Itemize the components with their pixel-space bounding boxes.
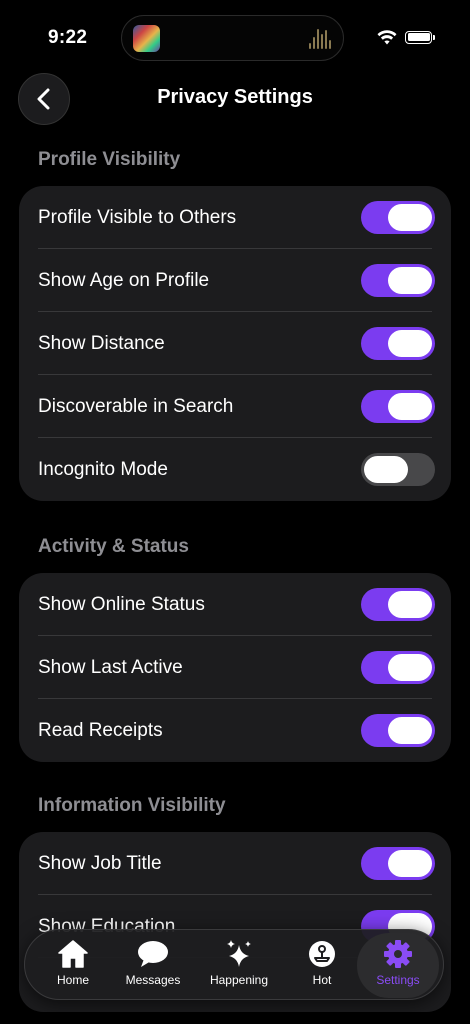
section-header-profile-visibility: Profile Visibility [38, 149, 181, 170]
tab-label: Messages [125, 973, 181, 987]
setting-row-profile-visible: Profile Visible to Others [19, 186, 451, 249]
discoverable-toggle[interactable] [361, 390, 435, 423]
audio-waveform-icon [309, 29, 331, 49]
page-title: Privacy Settings [157, 86, 313, 108]
battery-icon [405, 30, 435, 44]
last-active-toggle[interactable] [361, 651, 435, 684]
setting-row-show-distance: Show Distance [19, 312, 451, 375]
now-playing-artwork [133, 25, 160, 52]
setting-row-last-active: Show Last Active [19, 636, 451, 699]
setting-label: Discoverable in Search [38, 395, 234, 417]
status-bar: 9:22 [0, 0, 470, 78]
tab-bar: Home Messages Happening Hot Settings [24, 929, 444, 1000]
tab-home[interactable]: Home [37, 930, 109, 1001]
sparkles-icon [222, 939, 256, 969]
setting-label: Incognito Mode [38, 458, 168, 480]
job-title-toggle[interactable] [361, 847, 435, 880]
chat-bubble-icon [136, 939, 170, 969]
setting-label: Show Job Title [38, 852, 162, 874]
status-time: 9:22 [48, 27, 88, 48]
profile-visible-toggle[interactable] [361, 201, 435, 234]
setting-label: Profile Visible to Others [38, 206, 237, 228]
tab-happening[interactable]: Happening [197, 930, 281, 1001]
section-header-information-visibility: Information Visibility [38, 795, 226, 816]
tab-label: Settings [376, 973, 420, 987]
joystick-icon [305, 939, 339, 969]
setting-row-read-receipts: Read Receipts [19, 699, 451, 762]
setting-row-online-status: Show Online Status [19, 573, 451, 636]
read-receipts-toggle[interactable] [361, 714, 435, 747]
setting-row-discoverable: Discoverable in Search [19, 375, 451, 438]
setting-row-show-age: Show Age on Profile [19, 249, 451, 312]
setting-label: Show Distance [38, 332, 165, 354]
setting-label: Show Age on Profile [38, 269, 210, 291]
tab-settings[interactable]: Settings [357, 933, 439, 998]
section-header-activity-status: Activity & Status [38, 536, 189, 557]
setting-label: Read Receipts [38, 719, 163, 741]
tab-messages[interactable]: Messages [117, 930, 189, 1001]
setting-row-incognito: Incognito Mode [19, 438, 451, 501]
status-icons [377, 28, 435, 46]
tab-hot[interactable]: Hot [287, 930, 357, 1001]
tab-label: Home [56, 973, 89, 987]
show-distance-toggle[interactable] [361, 327, 435, 360]
home-icon [56, 939, 90, 969]
setting-row-job-title: Show Job Title [19, 832, 451, 895]
dynamic-island[interactable] [121, 15, 344, 61]
tab-label: Hot [312, 973, 332, 987]
tab-label: Happening [209, 973, 269, 987]
gear-icon [381, 939, 415, 969]
activity-status-card: Show Online Status Show Last Active Read… [19, 573, 451, 762]
setting-label: Show Last Active [38, 656, 183, 678]
profile-visibility-card: Profile Visible to Others Show Age on Pr… [19, 186, 451, 501]
show-age-toggle[interactable] [361, 264, 435, 297]
incognito-toggle[interactable] [361, 453, 435, 486]
wifi-icon [377, 29, 397, 44]
online-status-toggle[interactable] [361, 588, 435, 621]
setting-label: Show Online Status [38, 593, 205, 615]
